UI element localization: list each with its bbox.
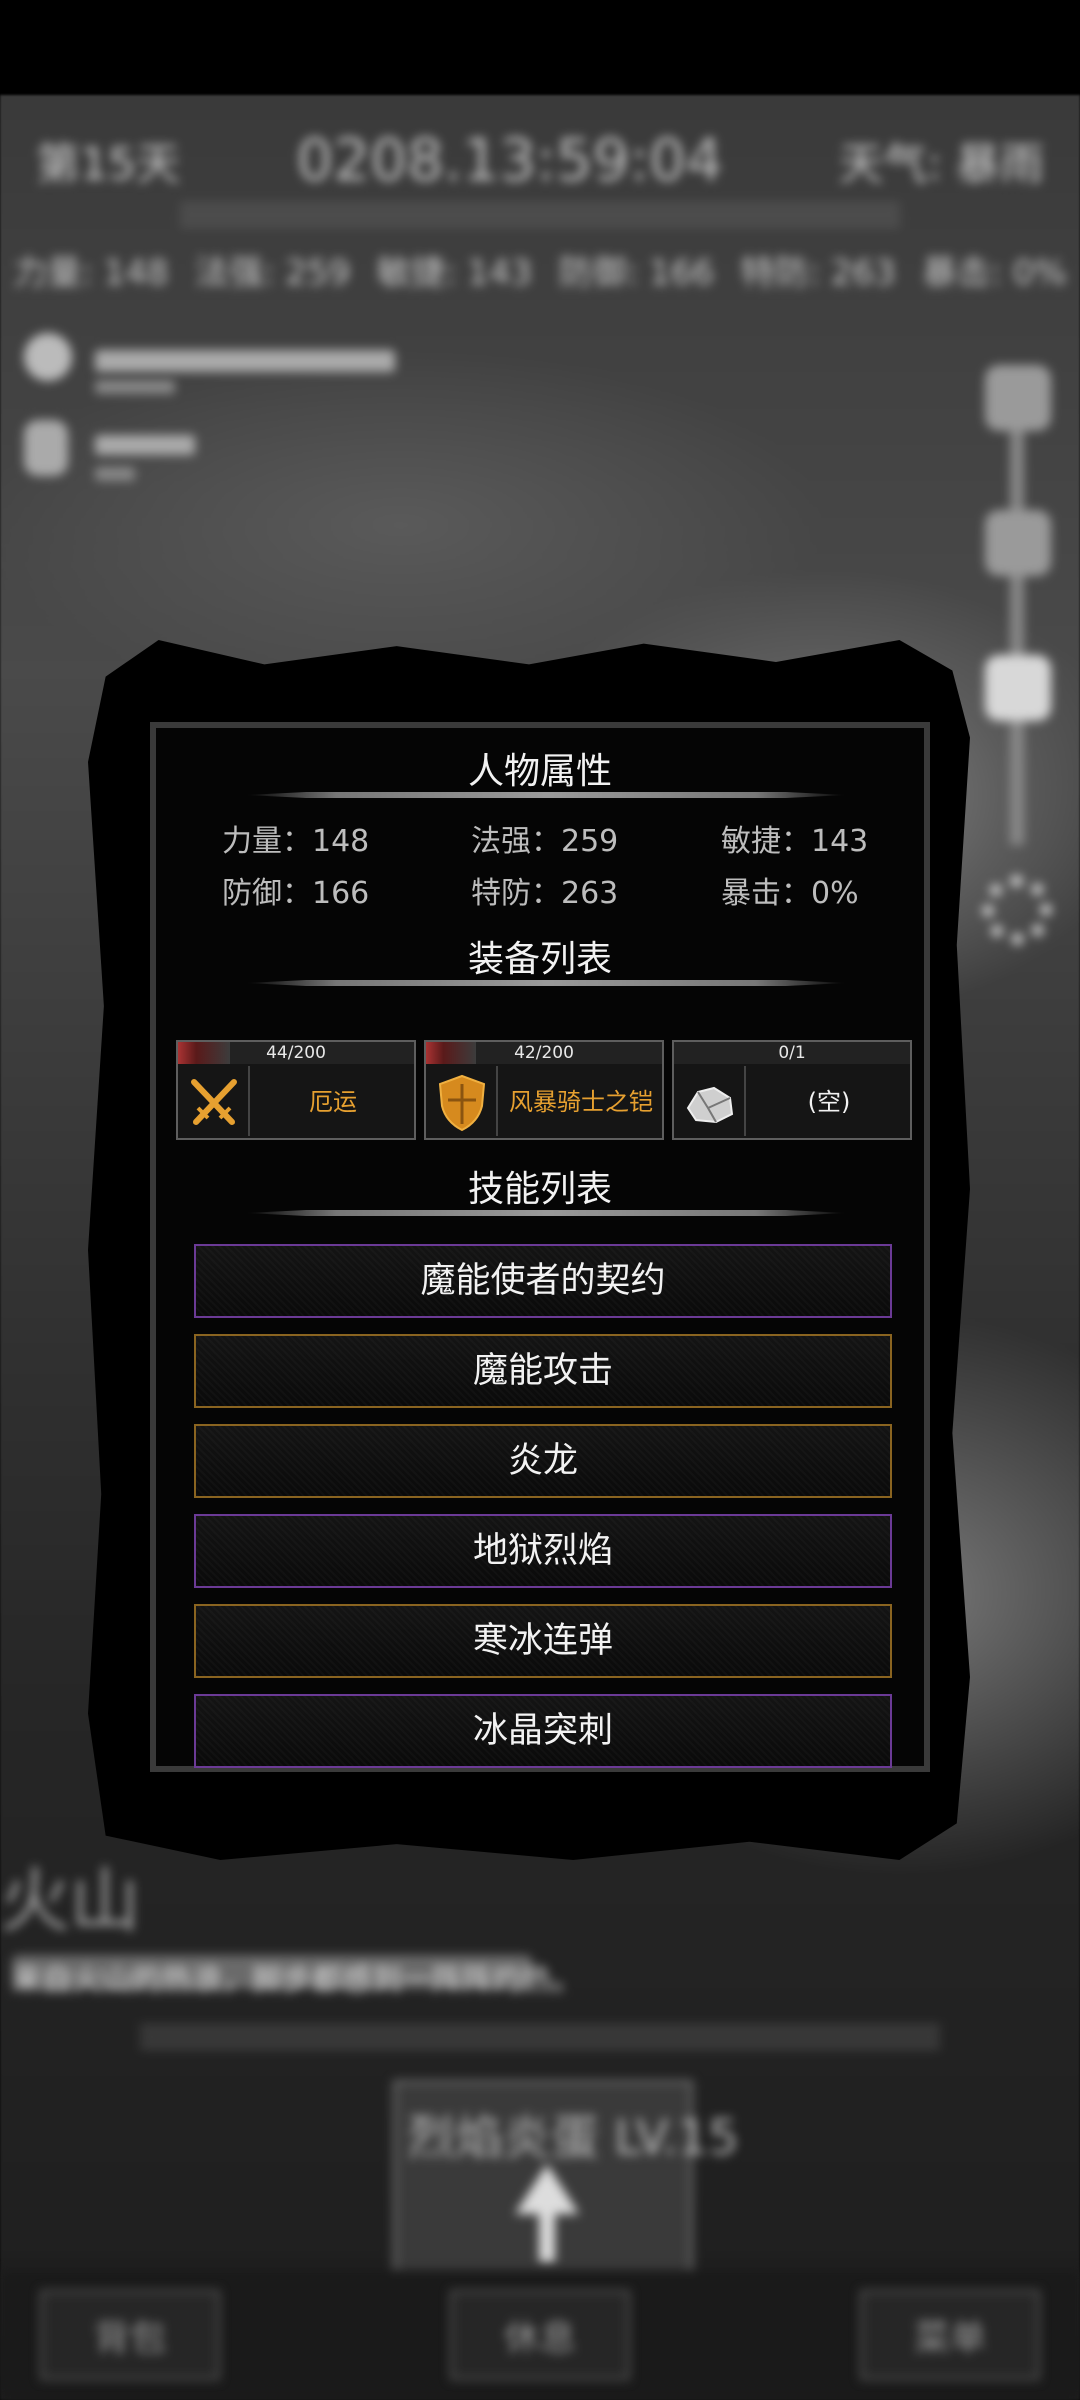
equipment-slot-armor[interactable]: 42/200 风暴骑士之铠 [424, 1040, 664, 1140]
attr-magic-defense: 特防：263 [471, 876, 619, 911]
equipment-name: (空) [807, 1088, 851, 1116]
durability-text: 0/1 [778, 1043, 806, 1063]
bg-card-title: 烈焰炎蛋 LV.15 [407, 2110, 739, 2166]
bg-location: 火山 [0, 1860, 140, 1942]
skills-title: 技能列表 [467, 1169, 612, 1210]
settings-gear-icon[interactable] [982, 875, 1052, 945]
strength-icon [24, 420, 68, 476]
character-panel: 人物属性 力量：148 法强：259 敏捷：143 防御：166 特防：263 … [150, 722, 930, 1772]
equipment-slot-accessory[interactable]: 0/1 (空) [672, 1040, 912, 1140]
attr-defense: 防御：166 [222, 876, 370, 911]
skill-button[interactable]: 魔能使者的契约 [194, 1244, 892, 1318]
side-scroll-icon[interactable] [985, 365, 1051, 431]
equipment-name: 风暴骑士之铠 [509, 1088, 653, 1116]
bg-divider-2 [140, 2025, 940, 2051]
side-list-icon[interactable] [985, 655, 1051, 721]
skill-button[interactable]: 魔能攻击 [194, 1334, 892, 1408]
hp-text [95, 380, 175, 394]
attr-crit: 暴击：0% [721, 876, 859, 911]
skill-button[interactable]: 寒冰连弹 [194, 1604, 892, 1678]
bg-stat: 特防: 263 [740, 253, 896, 293]
shield-icon [438, 1074, 486, 1132]
arrow-up-icon [515, 2164, 579, 2214]
equipment-slot-weapon[interactable]: 44/200 厄运 [176, 1040, 416, 1140]
bg-day-label: 第15天 [36, 139, 180, 190]
crossed-swords-icon [191, 1079, 237, 1125]
bg-datetime: 0208.13:59:04 [296, 126, 723, 194]
equipment-title: 装备列表 [467, 939, 612, 980]
bg-top-bar: 第15天 0208.13:59:04 天气: 暴雨 [0, 125, 1080, 195]
bg-divider [180, 203, 900, 229]
section-divider [246, 1210, 846, 1216]
skill-button[interactable]: 冰晶突刺 [194, 1694, 892, 1768]
attr-agility: 敏捷：143 [721, 824, 869, 859]
section-divider [246, 980, 846, 986]
arrow-up-stem [539, 2212, 555, 2262]
durability-text: 42/200 [514, 1043, 574, 1063]
bg-stat: 法强: 259 [195, 253, 351, 293]
durability-bar: 0/1 [674, 1042, 910, 1064]
skill-button[interactable]: 炎龙 [194, 1424, 892, 1498]
skill-button[interactable]: 地狱烈焰 [194, 1514, 892, 1588]
bg-stats-row: 力量: 148 法强: 259 敏捷: 143 防御: 166 特防: 263 … [0, 245, 1080, 294]
side-rail [1010, 415, 1024, 845]
equipment-name: 厄运 [309, 1088, 357, 1116]
side-book-icon[interactable] [985, 510, 1051, 576]
durability-bar: 44/200 [178, 1042, 414, 1064]
durability-text: 44/200 [266, 1043, 326, 1063]
bg-location-desc-text: 来自火山的热浪，脚步都感到一阵阵灼热。 [12, 1963, 582, 1998]
bg-stat: 暴击: 0% [922, 253, 1067, 293]
bg-stat: 防御: 166 [558, 253, 714, 293]
section-divider [246, 792, 846, 798]
durability-bar: 42/200 [426, 1042, 662, 1064]
attributes-title: 人物属性 [467, 751, 612, 792]
bg-bottom-button-2[interactable]: 休息 [450, 2290, 630, 2380]
rock-icon [686, 1086, 734, 1124]
hp-bar [95, 350, 395, 372]
stamina-text [95, 467, 135, 481]
bg-bottom-button-3[interactable]: 菜单 [860, 2290, 1040, 2380]
bg-stat: 力量: 148 [13, 253, 169, 293]
stamina-bar [95, 435, 195, 455]
bg-stat: 敏捷: 143 [376, 253, 533, 293]
bg-weather-label: 天气: 暴雨 [839, 139, 1044, 190]
bg-bottom-button-1[interactable]: 背包 [40, 2290, 220, 2380]
heart-icon [24, 333, 72, 381]
bg-location-desc: 来自火山的热浪，脚步都感到一阵阵灼热。 [12, 1955, 582, 1998]
attr-magic-power: 法强：259 [471, 824, 619, 859]
attr-strength: 力量：148 [222, 824, 370, 859]
